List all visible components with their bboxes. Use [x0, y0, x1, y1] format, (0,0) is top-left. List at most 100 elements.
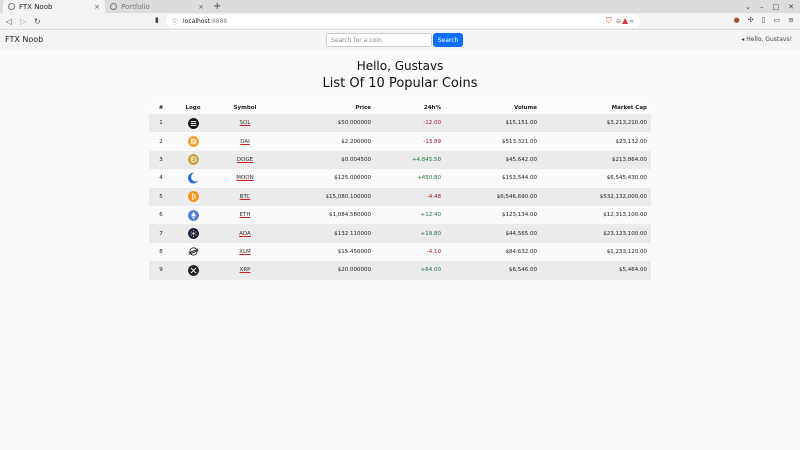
- coin-market-cap: $1,233,120.00: [606, 248, 647, 255]
- coin-change: +64.00: [420, 267, 441, 274]
- new-tab-button[interactable]: +: [213, 0, 221, 13]
- caret-icon: ◂: [741, 36, 745, 43]
- table-header-row: # Logo Symbol Price 24h% Volume Market C…: [149, 101, 651, 114]
- close-icon[interactable]: ×: [94, 3, 100, 11]
- coin-price: $15,080.100000: [325, 193, 372, 200]
- header-symbol: Symbol: [213, 101, 277, 114]
- menu-icon[interactable]: ≡: [788, 16, 794, 24]
- coin-market-cap: $3,213,210.00: [606, 120, 647, 127]
- share-icon[interactable]: ⋖: [629, 18, 634, 25]
- extension-icon[interactable]: ●: [734, 16, 740, 24]
- row-number: 3: [159, 156, 163, 163]
- coin-symbol-link[interactable]: MOON: [236, 175, 254, 181]
- extensions-area: ● ✣ ▯ ▭ ≡: [734, 16, 794, 24]
- forward-icon[interactable]: ▷: [20, 16, 26, 27]
- coin-symbol-link[interactable]: XLM: [239, 249, 251, 255]
- puzzle-icon[interactable]: ✣: [748, 16, 754, 24]
- table-row: 1 SOL $50.000000 -12.00 $15,151.00 $3,21…: [149, 114, 651, 133]
- header-change: 24h%: [375, 101, 445, 114]
- tab-portfolio[interactable]: Portfolio ×: [105, 0, 209, 13]
- coin-change: -4.48: [426, 193, 441, 200]
- coin-symbol-link[interactable]: ETH: [240, 212, 251, 218]
- coin-volume: $123,134.00: [502, 212, 537, 219]
- dai-logo-icon: [187, 136, 199, 148]
- coin-volume: $15,151.00: [505, 120, 538, 127]
- page-title: List Of 10 Popular Coins: [322, 76, 478, 91]
- coin-change: +19.80: [420, 230, 441, 237]
- search-button[interactable]: Search: [433, 33, 463, 47]
- coin-market-cap: $23,132.00: [615, 138, 648, 145]
- table-row: 4 MOON $125.000000 +450.80 $153,544.00 $…: [149, 169, 651, 188]
- ethereum-logo-icon: [187, 209, 199, 221]
- coin-price: $50.000000: [337, 120, 371, 127]
- table-row: 6 ETH $1,084.580000 +12.40 $123,134.00 $…: [149, 205, 651, 225]
- sidebar-icon[interactable]: ▯: [762, 16, 766, 24]
- brave-shields-icon[interactable]: ⛉: [606, 16, 612, 26]
- url-port: :8888: [209, 18, 228, 25]
- close-icon[interactable]: ×: [198, 3, 204, 11]
- window-close-icon[interactable]: ✕: [788, 3, 794, 11]
- row-number: 2: [159, 138, 163, 145]
- wallet-icon[interactable]: ▭: [774, 16, 781, 24]
- coin-price: $0.004500: [341, 156, 371, 163]
- tab-title: FTX Noob: [19, 2, 53, 11]
- row-number: 4: [159, 175, 163, 182]
- table-row: 7 ADA $132.110000 +19.80 $44,565.00 $23,…: [149, 224, 651, 243]
- coin-price: $2.200000: [341, 138, 371, 145]
- back-icon[interactable]: ◁: [6, 16, 12, 27]
- coin-price: $125.000000: [334, 175, 371, 182]
- coin-symbol-link[interactable]: DOGE: [237, 157, 253, 163]
- coin-market-cap: $532,132,000.00: [599, 193, 647, 200]
- row-number: 9: [159, 267, 163, 274]
- table-row: 5 ₿ BTC $15,080.100000 -4.48 $6,546,690.…: [149, 187, 651, 206]
- browser-tab-strip: FTX Noob × Portfolio × + ⌄ – □ ✕: [0, 0, 800, 13]
- header-price: Price: [277, 101, 375, 114]
- tab-search-icon[interactable]: ⌄: [745, 3, 751, 11]
- window-controls: ⌄ – □ ✕: [745, 0, 794, 13]
- maximize-icon[interactable]: □: [773, 3, 780, 11]
- brand-link[interactable]: FTX Noob: [5, 35, 43, 44]
- coin-symbol-link[interactable]: XRP: [240, 267, 251, 273]
- header-volume: Volume: [445, 101, 541, 114]
- reload-icon[interactable]: ↻: [34, 16, 41, 27]
- dogecoin-logo-icon: [187, 154, 199, 166]
- search-input[interactable]: [326, 33, 432, 47]
- browser-toolbar: ◁ ▷ ↻ ▮ ⓘ localhost:8888 ⊖ ⋖ ⛉ ▲ ● ✣ ▯ ▭…: [0, 13, 800, 30]
- site-info-icon[interactable]: ⓘ: [172, 17, 178, 26]
- coin-market-cap: $213,864.00: [612, 156, 647, 163]
- address-bar[interactable]: ⓘ localhost:8888 ⊖ ⋖: [166, 15, 640, 28]
- solana-logo-icon: [187, 117, 199, 129]
- table-row: 2 DAI $2.200000 -13.89 $513,321.00 $23,1…: [149, 132, 651, 151]
- coin-symbol-link[interactable]: BTC: [240, 194, 251, 200]
- tab-title: Portfolio: [121, 2, 150, 11]
- xrp-logo-icon: [187, 264, 199, 276]
- coin-market-cap: $12,313,100.00: [603, 212, 647, 219]
- minimize-icon[interactable]: –: [760, 3, 764, 11]
- table-row: 3 DOGE $0.004500 +4,845.50 $45,642.00 $2…: [149, 150, 651, 170]
- row-number: 8: [159, 248, 163, 255]
- brave-rewards-icon[interactable]: ▲: [622, 16, 628, 25]
- row-number: 6: [159, 212, 163, 219]
- coin-change: -13.89: [423, 138, 441, 145]
- coin-price: $1,084.580000: [329, 212, 371, 219]
- tab-ftx-noob[interactable]: FTX Noob ×: [3, 0, 105, 13]
- row-number: 7: [159, 230, 163, 237]
- cardano-logo-icon: [187, 228, 199, 240]
- header-number: #: [149, 101, 173, 114]
- coin-market-cap: $5,464.00: [619, 267, 647, 274]
- url-host: localhost: [183, 18, 210, 25]
- bitcoin-logo-icon: ₿: [187, 191, 199, 203]
- table-row: 8 XLM $15.456000 -4.10 $84,632.00 $1,233…: [149, 242, 651, 262]
- zoom-icon[interactable]: ⊖: [616, 18, 621, 25]
- coin-symbol-link[interactable]: SOL: [240, 120, 251, 126]
- coin-change: +4,845.50: [411, 156, 441, 163]
- coin-change: +12.40: [420, 212, 441, 219]
- header-logo: Logo: [173, 101, 213, 114]
- bookmark-icon[interactable]: ▮: [155, 16, 159, 24]
- stellar-logo-icon: [188, 247, 198, 257]
- coin-symbol-link[interactable]: DAI: [240, 139, 250, 145]
- coin-symbol-link[interactable]: ADA: [239, 231, 251, 237]
- user-menu[interactable]: ◂ Hello, Gustavs!: [741, 36, 792, 43]
- coin-volume: $45,642.00: [505, 156, 538, 163]
- coin-volume: $44,565.00: [505, 230, 538, 237]
